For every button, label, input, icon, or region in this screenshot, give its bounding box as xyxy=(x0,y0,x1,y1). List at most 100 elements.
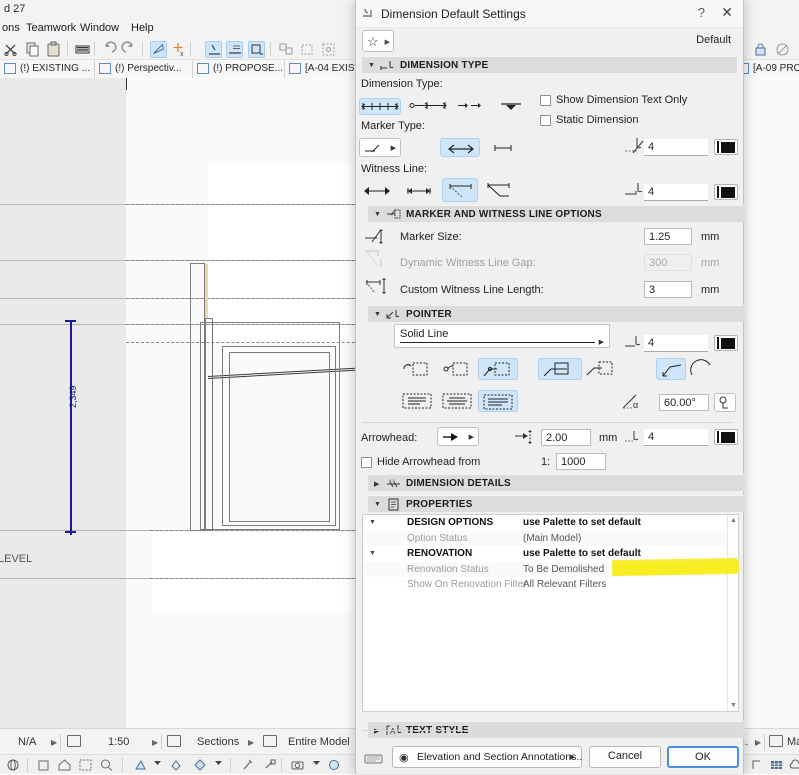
text-position-above-option[interactable] xyxy=(398,390,438,412)
scroll-down-icon[interactable]: ▼ xyxy=(730,702,737,709)
dimension-linear-icon[interactable] xyxy=(205,41,222,58)
copy-icon[interactable] xyxy=(24,41,41,58)
witness-pen-field[interactable]: 4 xyxy=(644,184,708,201)
fill-icon[interactable] xyxy=(168,758,183,772)
paint-bucket-icon[interactable] xyxy=(192,758,207,772)
marker-pen-color-swatch[interactable] xyxy=(714,139,738,155)
chevron-down-icon[interactable]: ▼ xyxy=(369,519,376,526)
grid-icon[interactable] xyxy=(769,758,784,772)
pointer-style-straight-option[interactable] xyxy=(656,358,686,380)
properties-row-option-status[interactable]: Option Status (Main Model) xyxy=(363,531,738,547)
status-layer-set[interactable]: Sections xyxy=(197,736,239,748)
dimension-type-baseline-option[interactable] xyxy=(456,98,486,115)
properties-row-show-on-renovation-filter[interactable]: Show On Renovation Filter All Relevant F… xyxy=(363,577,738,593)
pointer-shape-elbow-left-option[interactable] xyxy=(478,358,518,380)
doc-tab-perspective[interactable]: (!) Perspectiv... xyxy=(95,60,193,78)
checkbox-box[interactable] xyxy=(361,457,372,468)
dimension-type-linear-option[interactable] xyxy=(359,98,401,115)
keyboard-shortcut-icon[interactable] xyxy=(364,752,384,765)
chevron-down-icon[interactable] xyxy=(214,758,229,772)
paste-icon[interactable] xyxy=(45,41,62,58)
lock-icon[interactable] xyxy=(752,41,769,58)
properties-row-design-options[interactable]: ▼ DESIGN OPTIONS use Palette to set defa… xyxy=(363,515,738,531)
chevron-down-icon[interactable]: ▼ xyxy=(369,550,376,557)
chevron-right-icon[interactable]: ▶ xyxy=(248,738,254,747)
chevron-down-icon[interactable]: ▼ xyxy=(374,211,381,218)
cancel-button[interactable]: Cancel xyxy=(589,746,661,768)
cloud-icon[interactable] xyxy=(788,758,799,772)
status-right-label[interactable]: Mai xyxy=(787,736,799,748)
pick-up-parameters-icon[interactable] xyxy=(74,41,91,58)
chevron-right-icon[interactable]: ▶ xyxy=(391,144,396,152)
marker-type-arrow-option[interactable] xyxy=(440,138,480,157)
menu-item-options[interactable]: ons xyxy=(2,22,20,34)
menu-item-help[interactable]: Help xyxy=(131,22,154,34)
trace-reference-icon[interactable] xyxy=(774,41,791,58)
favorites-button[interactable]: ☆ ▶ xyxy=(362,30,394,52)
text-position-center-option[interactable] xyxy=(438,390,478,412)
pointer-shape-dot-curve-option[interactable] xyxy=(438,358,478,380)
chevron-down-icon[interactable]: ▼ xyxy=(374,501,381,508)
pointer-angle-field[interactable]: 60.00° xyxy=(659,394,709,411)
marker-type-tick-option[interactable] xyxy=(489,138,519,157)
properties-row-renovation-status[interactable]: Renovation Status To Be Demolished xyxy=(363,562,738,578)
menu-item-teamwork[interactable]: Teamwork xyxy=(26,22,76,34)
arrowhead-pen-field[interactable]: 4 xyxy=(644,429,708,446)
arrowhead-size-field[interactable]: 2.00 xyxy=(541,429,591,446)
redo-icon[interactable] xyxy=(121,41,138,58)
marker-size-field[interactable]: 1.25 xyxy=(644,228,692,245)
dimension-line[interactable] xyxy=(70,320,72,535)
syringe-icon[interactable] xyxy=(262,758,277,772)
properties-row-renovation[interactable]: ▼ RENOVATION use Palette to set default xyxy=(363,546,738,562)
status-scale[interactable]: 1:50 xyxy=(108,736,129,748)
marquee-icon[interactable] xyxy=(78,758,93,772)
section-header-properties[interactable]: ▼ PROPERTIES xyxy=(368,495,745,512)
section-header-dimension-details[interactable]: ▶ 0.3 DIMENSION DETAILS xyxy=(368,474,745,491)
witness-line-custom-option[interactable] xyxy=(442,178,478,202)
undo-icon[interactable] xyxy=(100,41,117,58)
chevron-right-icon[interactable]: ▶ xyxy=(51,738,57,747)
paint-tools-icon[interactable] xyxy=(133,758,148,772)
home-view-icon[interactable] xyxy=(57,758,72,772)
dimension-auto-icon[interactable] xyxy=(248,41,265,58)
cut-icon[interactable] xyxy=(2,41,19,58)
chevron-right-icon[interactable]: ▶ xyxy=(570,753,575,761)
dimension-default-settings-dialog[interactable]: Dimension Default Settings ? ✕ ☆ ▶ Defau… xyxy=(355,0,744,774)
favorites-row[interactable]: ☆ ▶ Default xyxy=(356,28,743,56)
dimension-type-elevation-option[interactable] xyxy=(496,98,528,115)
witness-line-fixed-option[interactable] xyxy=(482,178,518,202)
group-icon[interactable] xyxy=(278,41,295,58)
status-model-view[interactable]: Entire Model xyxy=(288,736,350,748)
dimension-type-cumulative-option[interactable] xyxy=(408,98,450,115)
chevron-right-icon[interactable]: ▶ xyxy=(469,433,474,441)
witness-pen-color-swatch[interactable] xyxy=(714,184,738,200)
witness-line-dynamic-option[interactable] xyxy=(401,181,437,200)
zoom-icon[interactable] xyxy=(99,758,114,772)
ok-button[interactable]: OK xyxy=(667,746,739,768)
hide-arrowhead-ratio-field[interactable]: 1000 xyxy=(556,453,606,470)
chevron-down-icon[interactable] xyxy=(153,758,168,772)
chevron-down-icon[interactable] xyxy=(312,758,327,772)
suspend-groups-icon[interactable] xyxy=(320,41,337,58)
doc-tab-existing[interactable]: (!) EXISTING ... xyxy=(0,60,95,78)
doc-tab-proposed[interactable]: (!) PROPOSE... xyxy=(193,60,285,78)
chevron-right-icon[interactable]: ▶ xyxy=(374,480,379,488)
chevron-down-icon[interactable]: ▼ xyxy=(368,62,375,69)
arrowhead-style-dropdown[interactable]: ▶ xyxy=(437,427,479,446)
witness-line-none-option[interactable] xyxy=(359,181,395,200)
section-header-dimension-type[interactable]: ▼ DIMENSION TYPE xyxy=(362,56,737,73)
properties-grid[interactable]: ▼ DESIGN OPTIONS use Palette to set defa… xyxy=(362,514,739,712)
text-position-below-option[interactable] xyxy=(478,390,518,412)
magic-wand-icon[interactable] xyxy=(150,41,167,58)
chevron-down-icon[interactable]: ▼ xyxy=(374,311,381,318)
help-icon[interactable]: ? xyxy=(698,5,705,20)
angle-lock-button[interactable] xyxy=(714,393,736,412)
pointer-line-type-dropdown[interactable]: Solid Line ▶ xyxy=(394,324,610,348)
section-header-marker-witness-options[interactable]: ▼ MARKER AND WITNESS LINE OPTIONS xyxy=(368,205,745,222)
dimension-level-icon[interactable] xyxy=(226,41,243,58)
chevron-right-icon[interactable]: ▶ xyxy=(152,738,158,747)
pointer-pen-field[interactable]: 4 xyxy=(644,335,708,352)
custom-witness-length-field[interactable]: 3 xyxy=(644,281,692,298)
marker-type-slash-dropdown[interactable]: ▶ xyxy=(359,138,401,157)
camera-icon[interactable] xyxy=(290,758,305,772)
